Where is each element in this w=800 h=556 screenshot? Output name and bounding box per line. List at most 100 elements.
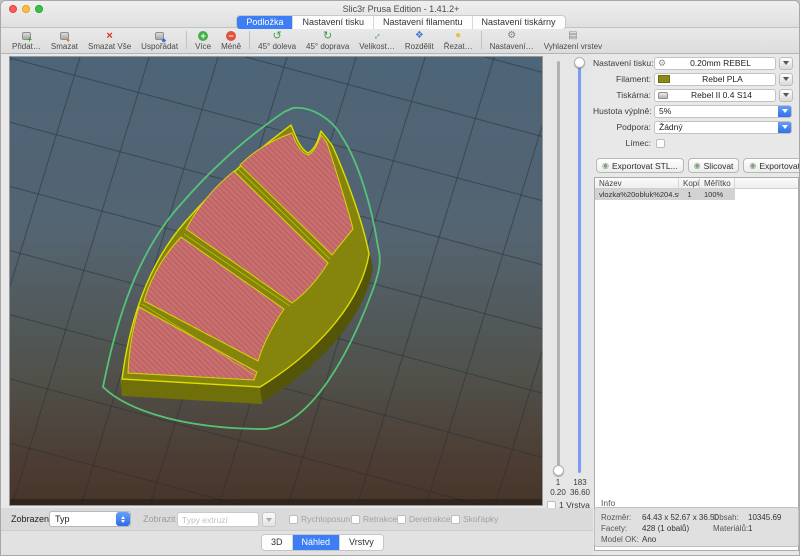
unretractions-option[interactable]: Deretrakce <box>397 514 451 524</box>
view-switcher: 3D Náhled Vrstvy <box>261 534 384 551</box>
view-mode-select[interactable]: Typ <box>49 511 131 527</box>
unretractions-label: Deretrakce <box>409 514 451 524</box>
extrusion-types-placeholder: Typy extruzí <box>182 515 228 525</box>
settings-gear-icon: ⚙ <box>507 30 516 42</box>
export-stl-button[interactable]: ◉ Exportovat STL... <box>596 158 684 173</box>
filament-value: Rebel PLA <box>673 74 772 84</box>
export-buttons-row: ◉ Exportovat STL... ◉ Slicovat ◉ Exporto… <box>596 158 799 173</box>
travel-checkbox[interactable] <box>289 515 298 524</box>
printer-label: Tiskárna: <box>593 90 654 100</box>
more-copies-button[interactable]: + Více <box>190 30 216 51</box>
titlebar: Slic3r Prusa Edition - 1.41.2+ Podložka … <box>1 1 800 28</box>
materials-value: 1 <box>748 524 752 533</box>
rotate-right-icon: ↻ <box>323 30 332 42</box>
support-select[interactable]: Žádný <box>654 121 792 134</box>
brim-checkbox[interactable] <box>656 139 665 148</box>
bottom-layer-slider-knob[interactable] <box>553 465 564 476</box>
fewer-copies-button[interactable]: − Méně <box>216 30 246 51</box>
filament-label: Filament: <box>593 74 654 84</box>
delete-all-button[interactable]: × Smazat Vše <box>83 30 136 51</box>
print-settings-label: Nastavení tisku: <box>593 58 654 68</box>
retractions-checkbox[interactable] <box>351 515 360 524</box>
infill-density-label: Hustota výplně: <box>593 106 654 116</box>
top-layer-slider-track[interactable] <box>578 61 581 473</box>
bottom-layer-slider-track[interactable] <box>557 61 560 473</box>
toolbar: + Přidat… ● Smazat × Smazat Vše ◆ Uspořá… <box>1 29 800 54</box>
delete-object-icon: ● <box>60 30 69 42</box>
top-layer-height-mm: 36.60 <box>567 488 593 497</box>
filament-dropdown-button[interactable] <box>779 73 793 86</box>
print-settings-combo[interactable]: ⚙ 0.20mm REBEL <box>654 57 776 70</box>
split-icon: ❖ <box>415 30 424 42</box>
infill-density-dropdown-button[interactable] <box>778 105 791 118</box>
extrusion-types-dropdown-button[interactable] <box>262 512 276 527</box>
top-layer-slider-knob[interactable] <box>574 57 585 68</box>
layer-smoothing-icon: ▤ <box>568 30 577 42</box>
retractions-label: Retrakce <box>363 514 397 524</box>
view-layers-button[interactable]: Vrstvy <box>340 535 383 550</box>
show-label: Zobrazit <box>143 514 176 524</box>
cut-icon: ● <box>455 30 461 42</box>
scale-button[interactable]: ↔ Velikost… <box>354 30 400 51</box>
column-header-scale: Měřítko <box>700 178 735 188</box>
view-3d-button[interactable]: 3D <box>262 535 293 550</box>
support-dropdown-button[interactable] <box>778 121 791 134</box>
tab-filament-settings[interactable]: Nastavení filamentu <box>374 16 473 29</box>
object-copies: 1 <box>679 189 700 200</box>
fewer-copies-icon: − <box>226 30 236 42</box>
support-label: Podpora: <box>593 122 654 132</box>
more-copies-icon: + <box>198 30 208 42</box>
extrusion-types-input[interactable]: Typy extruzí <box>177 512 259 527</box>
tab-print-settings[interactable]: Nastavení tisku <box>293 16 374 29</box>
arrange-button[interactable]: ◆ Uspořádat <box>136 30 183 51</box>
model-ok-value: Ano <box>642 535 656 544</box>
travel-option[interactable]: Rychloposun <box>289 514 350 524</box>
top-layer-number: 183 <box>570 478 590 487</box>
filament-color-swatch <box>658 75 670 83</box>
retractions-option[interactable]: Retrakce <box>351 514 397 524</box>
right-panel: Nastavení tisku: ⚙ 0.20mm REBEL Filament… <box>593 54 800 556</box>
cut-button[interactable]: ● Řezat… <box>439 30 478 51</box>
toolbar-separator <box>481 31 482 49</box>
tab-printer-settings[interactable]: Nastavení tiskárny <box>473 16 565 29</box>
rotate-left-icon: ↺ <box>272 30 281 42</box>
add-button[interactable]: + Přidat… <box>7 30 46 51</box>
printer-dropdown-button[interactable] <box>779 89 793 102</box>
print-settings-gear-icon: ⚙ <box>658 59 666 68</box>
infill-density-select[interactable]: 5% <box>654 105 792 118</box>
delete-button[interactable]: ● Smazat <box>46 30 83 51</box>
export-stl-icon: ◉ <box>602 162 609 170</box>
settings-button[interactable]: ⚙ Nastavení… <box>485 30 539 51</box>
facets-value: 428 (1 obalů) <box>642 524 689 533</box>
split-button[interactable]: ❖ Rozdělit <box>400 30 439 51</box>
shells-checkbox[interactable] <box>451 515 460 524</box>
sliced-model-scene <box>10 57 542 505</box>
bottom-layer-height-mm: 0.20 <box>547 488 569 497</box>
filament-combo[interactable]: Rebel PLA <box>654 73 776 86</box>
preview-bottom-bar: Zobrazení Typ Zobrazit Typy extruzí Rych… <box>1 508 593 556</box>
materials-label: Materiálů: <box>713 524 748 533</box>
window-title: Slic3r Prusa Edition - 1.41.2+ <box>1 4 800 14</box>
print-settings-dropdown-button[interactable] <box>779 57 793 70</box>
unretractions-checkbox[interactable] <box>397 515 406 524</box>
shells-option[interactable]: Skořápky <box>451 514 498 524</box>
export-gcode-icon: ◉ <box>749 162 756 170</box>
main-tab-bar: Podložka Nastavení tisku Nastavení filam… <box>1 15 800 30</box>
slice-button[interactable]: ◉ Slicovat <box>688 158 740 173</box>
rotate-right-button[interactable]: ↻ 45° doprava <box>301 30 354 51</box>
3d-preview-viewport[interactable] <box>9 56 543 506</box>
rotate-left-button[interactable]: ↺ 45° doleva <box>253 30 301 51</box>
printer-combo[interactable]: Rebel II 0.4 S14 <box>654 89 776 102</box>
object-table-row[interactable]: vlozka%20obluk%204.stl 1 100% <box>595 189 735 200</box>
tab-podlozka[interactable]: Podložka <box>237 16 293 29</box>
travel-label: Rychloposun <box>301 514 350 524</box>
printer-value: Rebel II 0.4 S14 <box>671 90 772 100</box>
view-preview-button[interactable]: Náhled <box>293 535 341 550</box>
slice-icon: ◉ <box>694 162 701 170</box>
volume-value: 10345.69 <box>748 513 781 522</box>
info-box: Rozměr: 64.43 x 52.67 x 36.50 Obsah: 103… <box>594 507 799 547</box>
export-gcode-button[interactable]: ◉ Exportovat G-kód... <box>743 158 800 173</box>
layer-smoothing-button[interactable]: ▤ Vyhlazení vrstev <box>539 30 607 51</box>
layer-slider-area: 1 183 0.20 36.60 1 Vrstva <box>544 54 593 508</box>
arrange-icon: ◆ <box>155 30 164 42</box>
